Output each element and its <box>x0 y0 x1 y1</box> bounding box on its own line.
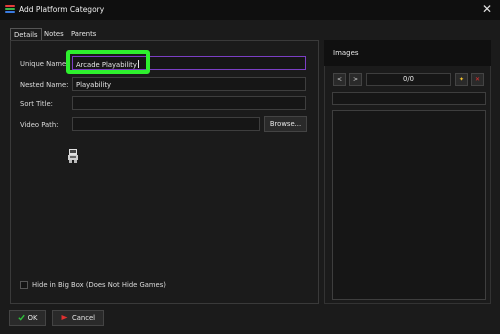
chevron-right-icon: > <box>352 76 359 83</box>
ok-button[interactable]: OK <box>9 310 46 326</box>
add-image-button[interactable]: ✦ <box>455 73 468 86</box>
nested-name-label: Nested Name: <box>20 81 69 89</box>
video-path-label: Video Path: <box>20 121 59 129</box>
unique-name-label: Unique Name: <box>20 60 69 68</box>
cancel-label: Cancel <box>71 314 96 322</box>
add-star-icon: ✦ <box>458 76 465 83</box>
image-counter: 0/0 <box>366 73 451 86</box>
nested-name-input[interactable]: Playability <box>72 77 306 91</box>
close-icon[interactable]: ✕ <box>482 2 492 16</box>
checkmark-icon <box>17 314 25 321</box>
window-title: Add Platform Category <box>19 5 105 14</box>
images-title: Images <box>333 49 359 57</box>
cancel-icon <box>61 315 68 320</box>
browse-button[interactable]: Browse... <box>264 116 307 132</box>
ok-label: OK <box>27 314 38 322</box>
platform-icon <box>68 149 78 163</box>
image-preview-area <box>332 110 486 300</box>
next-image-button[interactable]: > <box>349 73 362 86</box>
previous-image-button[interactable]: < <box>333 73 346 86</box>
remove-image-button[interactable]: ✕ <box>471 73 484 86</box>
chevron-left-icon: < <box>336 76 343 83</box>
hide-in-bigbox-checkbox[interactable] <box>20 281 28 289</box>
video-path-input[interactable] <box>72 117 260 131</box>
focus-highlight-box <box>66 50 150 74</box>
image-type-bar[interactable] <box>332 92 486 105</box>
hide-in-bigbox-label: Hide in Big Box (Does Not Hide Games) <box>32 281 166 289</box>
cancel-button[interactable]: Cancel <box>52 310 104 326</box>
sort-title-input[interactable] <box>72 96 306 110</box>
sort-title-label: Sort Title: <box>20 100 53 108</box>
app-icon <box>5 5 15 15</box>
remove-x-icon: ✕ <box>474 76 481 83</box>
title-bar: Add Platform Category ✕ <box>0 0 500 20</box>
nested-name-value: Playability <box>76 81 112 89</box>
